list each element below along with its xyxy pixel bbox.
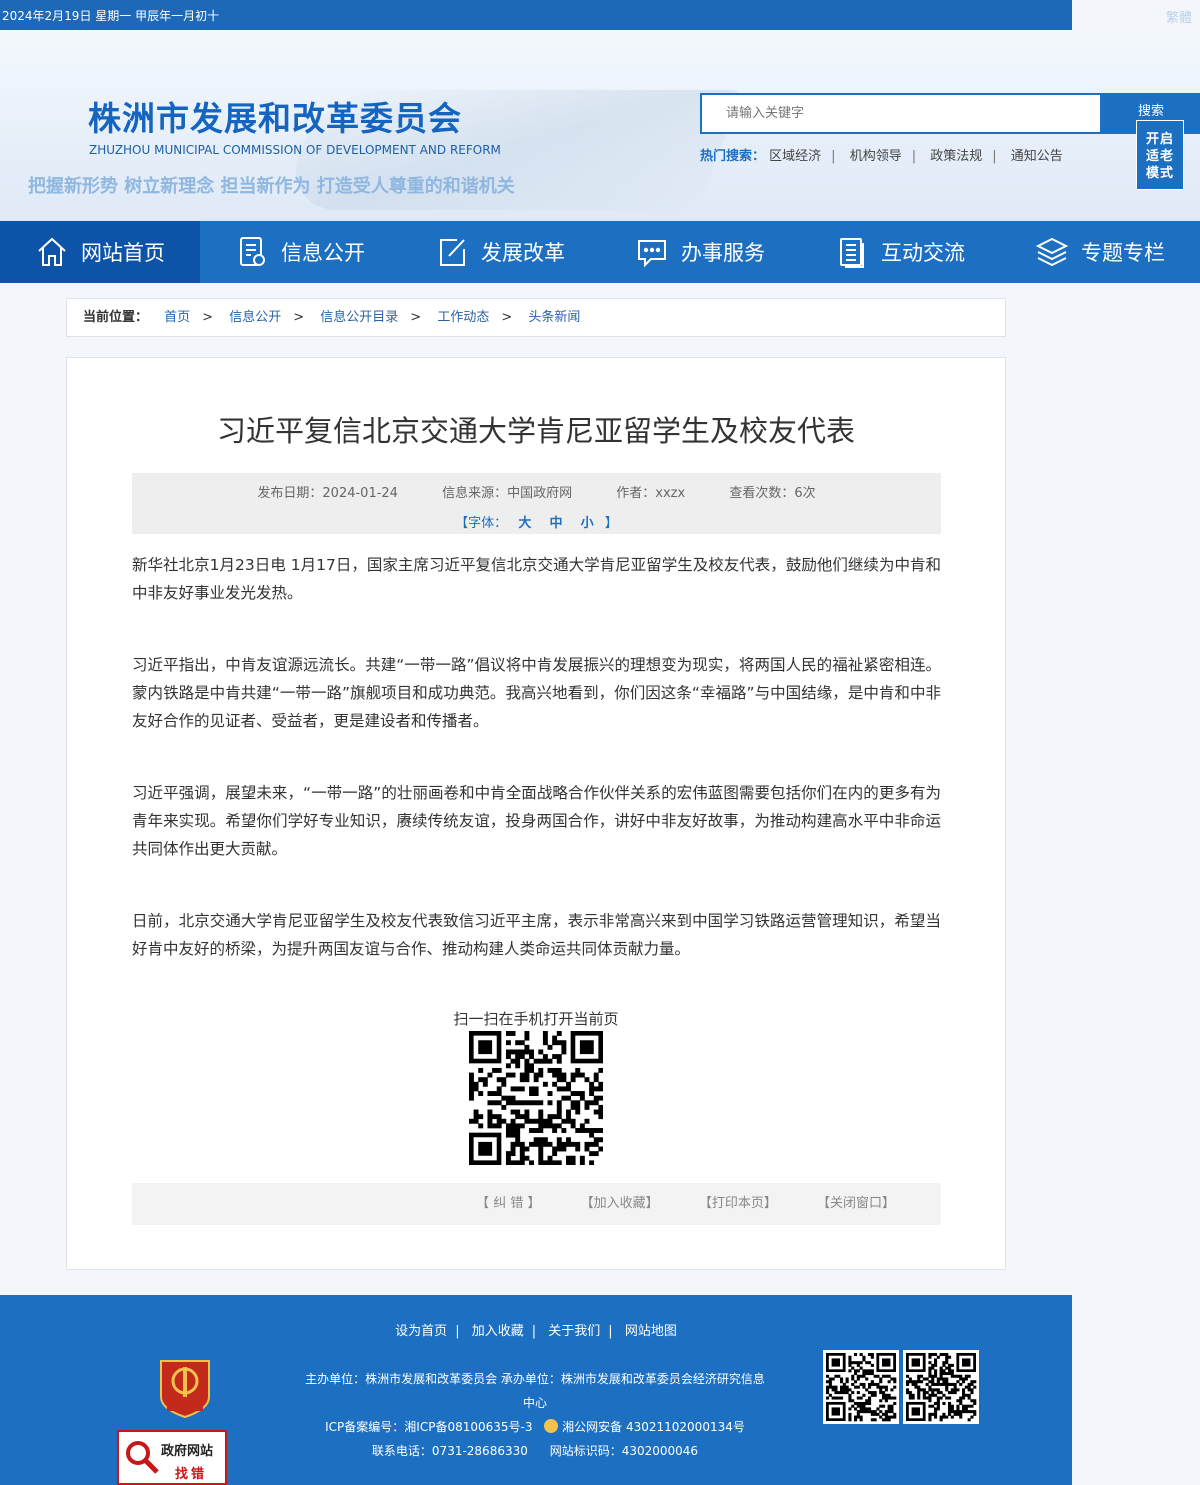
layers-icon [1035, 237, 1069, 267]
police-info[interactable]: 湘公网安备 43021102000134号 [562, 1420, 745, 1434]
weibo-qr-code [903, 1350, 979, 1424]
report-error-button[interactable]: 【 纠 错 】 [476, 1196, 540, 1211]
footer-links: 设为首页 | 加入收藏 | 关于我们 | 网站地图 [395, 1324, 677, 1339]
breadcrumb: 当前位置： 首页 > 信息公开 > 信息公开目录 > 工作动态 > 头条新闻 [66, 298, 1006, 337]
top-bar-right: 繁體 [1072, 0, 1200, 30]
search-box [700, 93, 1102, 134]
font-size-end: 】 [604, 516, 618, 531]
traditional-chinese-link[interactable]: 繁體 [1166, 7, 1192, 26]
phone-info: 联系电话：0731-28686330 [371, 1444, 528, 1458]
site-footer: 设为首页 | 加入收藏 | 关于我们 | 网站地图 政府网站 找错 主办单位：株洲市发… [0, 1295, 1072, 1485]
breadcrumb-link[interactable]: 信息公开 [229, 310, 281, 325]
hot-search-item[interactable]: 区域经济 [769, 149, 821, 164]
list-icon [840, 238, 864, 268]
breadcrumb-link[interactable]: 信息公开目录 [320, 310, 398, 325]
footer-link[interactable]: 加入收藏 [472, 1324, 524, 1339]
view-count: 查看次数：6次 [729, 486, 816, 501]
search-input[interactable] [702, 95, 1100, 132]
font-size-control: 【字体： 大 中 小 】 [132, 512, 941, 531]
nav-item-label: 互动交流 [881, 241, 965, 265]
nav-item-label: 信息公开 [281, 241, 365, 265]
nav-item-development[interactable]: 发展改革 [400, 221, 600, 283]
hot-search: 热门搜索： 区域经济 | 机构领导 | 政策法规 | 通知公告 [700, 149, 1063, 164]
hot-search-label: 热门搜索： [700, 149, 766, 164]
print-page-button[interactable]: 【打印本页】 [699, 1196, 777, 1211]
site-title[interactable]: 株洲市发展和改革委员会 [88, 92, 462, 140]
police-icon [544, 1419, 559, 1433]
article-meta: 发布日期：2024-01-24 信息来源：中国政府网 作者：xxzx 查看次数：… [132, 473, 941, 534]
font-small-button[interactable]: 小 [581, 516, 594, 531]
elderly-mode-button[interactable]: 开启 适老 模式 [1136, 120, 1184, 190]
publish-date: 发布日期：2024-01-24 [257, 486, 398, 501]
site-code-info: 网站标识码：4302000046 [549, 1444, 699, 1458]
jiucuo-label-1: 政府网站 [161, 1444, 214, 1459]
article-paragraph: 新华社北京1月23日电 1月17日，国家主席习近平复信北京交通大学肯尼亚留学生及… [132, 556, 941, 602]
author: 作者：xxzx [616, 486, 686, 501]
qr-caption: 扫一扫在手机打开当前页 [453, 1010, 619, 1028]
font-medium-button[interactable]: 中 [549, 516, 562, 531]
top-bar: 2024年2月19日 星期一 甲辰年一月初十 [0, 0, 1072, 30]
slogan: 把握新形势 树立新理念 担当新作为 打造受人尊重的和谐机关 [28, 176, 515, 197]
host-info: 主办单位：株洲市发展和改革委员会 承办单位：株洲市发展和改革委员会经济研究信息中… [305, 1372, 765, 1410]
nav-item-special[interactable]: 专题专栏 [1000, 221, 1200, 283]
add-favorite-button[interactable]: 【加入收藏】 [581, 1196, 659, 1211]
footer-right-blank [1072, 1295, 1200, 1485]
breadcrumb-link[interactable]: 工作动态 [437, 310, 489, 325]
article-panel: 习近平复信北京交通大学肯尼亚留学生及校友代表 发布日期：2024-01-24 信… [66, 357, 1006, 1270]
party-government-badge-icon[interactable] [157, 1357, 213, 1419]
article-paragraph: 习近平指出，中肯友谊源远流长。共建“一带一路”倡议将中肯发展振兴的理想变为现实，… [132, 656, 941, 730]
icp-info[interactable]: ICP备案编号：湘ICP备08100635号-3 [325, 1420, 532, 1434]
hot-search-item[interactable]: 机构领导 [850, 149, 902, 164]
current-date: 2024年2月19日 星期一 甲辰年一月初十 [2, 9, 220, 23]
breadcrumb-label: 当前位置： [83, 310, 149, 325]
nav-item-services[interactable]: 办事服务 [600, 221, 800, 283]
footer-info: 主办单位：株洲市发展和改革委员会 承办单位：株洲市发展和改革委员会经济研究信息中… [305, 1367, 765, 1463]
magnifier-icon [126, 1441, 159, 1474]
nav-item-info-public[interactable]: 信息公开 [200, 221, 400, 283]
footer-link[interactable]: 设为首页 [395, 1324, 447, 1339]
article-actions: 【 纠 错 】 【加入收藏】 【打印本页】 【关闭窗口】 [132, 1183, 941, 1225]
article-title: 习近平复信北京交通大学肯尼亚留学生及校友代表 [216, 414, 855, 448]
document-icon [240, 237, 265, 266]
hot-search-item[interactable]: 政策法规 [930, 149, 982, 164]
qr-section: 扫一扫在手机打开当前页 [67, 1008, 1005, 1166]
wechat-qr-code [823, 1350, 899, 1424]
article-paragraph: 习近平强调，展望未来，“一带一路”的壮丽画卷和中肯全面战略合作伙伴关系的宏伟蓝图… [132, 784, 941, 858]
close-window-button[interactable]: 【关闭窗口】 [817, 1196, 895, 1211]
breadcrumb-link[interactable]: 首页 [164, 310, 190, 325]
article-body: 新华社北京1月23日电 1月17日，国家主席习近平复信北京交通大学肯尼亚留学生及… [132, 551, 941, 1007]
qr-code [469, 1031, 604, 1166]
nav-item-label: 网站首页 [81, 241, 165, 265]
font-large-button[interactable]: 大 [518, 516, 531, 531]
site-title-english: ZHUZHOU MUNICIPAL COMMISSION OF DEVELOPM… [89, 143, 501, 157]
site-header: 株洲市发展和改革委员会 ZHUZHOU MUNICIPAL COMMISSION… [0, 30, 1200, 221]
jiucuo-label-2: 找错 [175, 1467, 208, 1482]
info-source: 信息来源：中国政府网 [442, 486, 573, 501]
nav-item-label: 办事服务 [681, 241, 765, 265]
breadcrumb-link[interactable]: 头条新闻 [528, 310, 580, 325]
chat-icon [638, 240, 666, 268]
main-nav: 网站首页 信息公开 发展改革 办事服务 互动交流 专题专栏 [0, 221, 1200, 283]
nav-item-label: 专题专栏 [1081, 241, 1165, 265]
edit-icon [440, 239, 465, 266]
nav-item-label: 发展改革 [481, 241, 565, 265]
footer-link[interactable]: 网站地图 [625, 1324, 677, 1339]
gov-website-error-report[interactable]: 政府网站 找错 [117, 1430, 227, 1485]
nav-item-home[interactable]: 网站首页 [0, 221, 200, 283]
home-icon [38, 237, 66, 266]
article-paragraph: 日前，北京交通大学肯尼亚留学生及校友代表致信习近平主席，表示非常高兴来到中国学习… [132, 912, 941, 958]
footer-link[interactable]: 关于我们 [548, 1324, 600, 1339]
hot-search-item[interactable]: 通知公告 [1011, 149, 1063, 164]
nav-item-interaction[interactable]: 互动交流 [800, 221, 1000, 283]
font-size-label: 【字体： [455, 516, 508, 531]
